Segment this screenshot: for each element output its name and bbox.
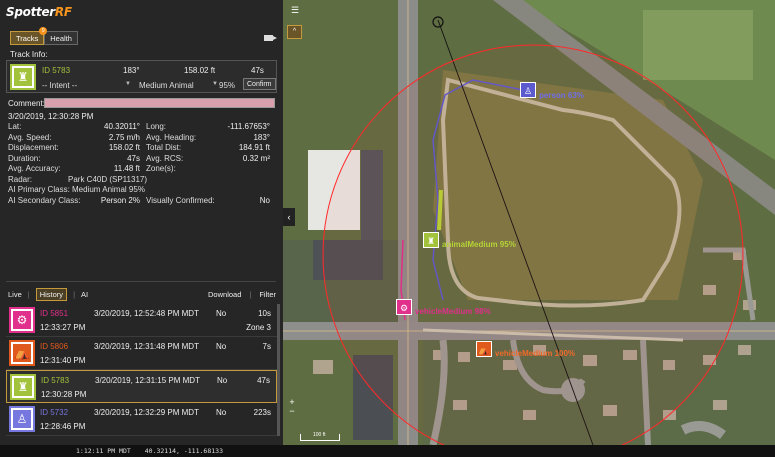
history-row[interactable]: ⛺ ID 5806 3/20/2019, 12:31:48 PM MDT No … bbox=[6, 337, 277, 370]
history-list: ⚙ ID 5851 3/20/2019, 12:52:48 PM MDT No … bbox=[6, 304, 277, 436]
ai-secondary-row: AI Secondary Class: Person 2% Visually Con… bbox=[8, 195, 270, 205]
detail-row: Avg. Speed: 2.75 m/h Avg. Heading: 183° bbox=[8, 132, 270, 142]
track-thumbnail: ♜ bbox=[10, 64, 36, 90]
animal-icon: ♜ bbox=[14, 68, 32, 86]
tab-history[interactable]: History bbox=[35, 288, 68, 301]
map-layer bbox=[283, 0, 775, 445]
track-timestamp: 3/20/2019, 12:30:28 PM bbox=[8, 112, 94, 121]
map-label-vehicle-1: vehicleMedium 98% bbox=[415, 307, 491, 316]
track-thumbnail: ⛺ bbox=[9, 340, 35, 366]
track-info-title: Track Info: bbox=[10, 50, 48, 59]
animal-icon: ♜ bbox=[14, 378, 32, 396]
status-time: 1:12:11 PM MDT bbox=[76, 447, 131, 455]
tab-ai[interactable]: AI bbox=[81, 290, 88, 299]
confirm-button[interactable]: Confirm bbox=[243, 78, 276, 90]
intent-select[interactable]: -- Intent -- bbox=[42, 81, 132, 90]
vehicle-icon: ⚙ bbox=[13, 311, 31, 329]
filter-button[interactable]: Filter bbox=[259, 290, 276, 299]
classification-select[interactable]: Medium Animal bbox=[139, 81, 217, 90]
track-distance: 158.02 ft bbox=[184, 66, 216, 75]
classification-confidence: 95% bbox=[219, 81, 236, 90]
up-button[interactable]: ^ bbox=[287, 25, 302, 39]
chevron-down-icon: ▼ bbox=[125, 81, 131, 87]
history-row[interactable]: ♙ ID 5732 3/20/2019, 12:32:29 PM MDT No … bbox=[6, 403, 277, 436]
current-track-card: ♜ ID 5783 183° 158.02 ft 47s -- Intent -… bbox=[6, 60, 277, 93]
vehicle-icon[interactable]: ⚙ bbox=[396, 299, 412, 315]
layers-icon[interactable]: ☰ bbox=[288, 5, 302, 19]
history-row-selected[interactable]: ♜ ID 5783 3/20/2019, 12:31:15 PM MDT No … bbox=[6, 370, 277, 403]
status-bar: 1:12:11 PM MDT 40.32114, -111.68133 bbox=[0, 445, 775, 457]
ai-primary-row: AI Primary Class: Medium Animal 95% bbox=[8, 185, 145, 194]
collapse-panel-button[interactable]: ‹ bbox=[283, 208, 295, 226]
status-coords: 40.32114, -111.68133 bbox=[144, 447, 223, 455]
detail-row: Avg. Accuracy: 11.48 ft Zone(s): bbox=[8, 164, 176, 173]
comment-label: Comment: bbox=[8, 99, 45, 108]
car-icon: ⛺ bbox=[13, 344, 31, 362]
zoom-out-button[interactable]: − bbox=[287, 407, 297, 416]
track-heading: 183° bbox=[123, 66, 140, 75]
download-button[interactable]: Download bbox=[208, 290, 241, 299]
detail-row: Lat: 40.32011° Long: -111.67653° bbox=[8, 122, 270, 131]
map-label-vehicle-2: vehicleMedium 100% bbox=[495, 349, 576, 358]
track-duration: 47s bbox=[251, 66, 264, 75]
map-label-animal: animalMedium 95% bbox=[442, 240, 516, 249]
tab-live[interactable]: Live bbox=[8, 290, 22, 299]
detail-row: Displacement: 158.02 ft Total Dist: 184.91 … bbox=[8, 143, 270, 152]
spotterrf-logo: SpotterRF bbox=[6, 5, 72, 19]
radar-value: Park C40D (SP11317) bbox=[68, 174, 147, 184]
track-thumbnail: ♜ bbox=[10, 374, 36, 400]
camera-icon[interactable] bbox=[264, 35, 277, 41]
person-icon: ♙ bbox=[13, 410, 31, 428]
person-icon[interactable]: ♙ bbox=[520, 82, 536, 98]
tab-health[interactable]: Health bbox=[44, 31, 78, 45]
divider bbox=[6, 281, 276, 282]
map-scale: 100 ft bbox=[300, 432, 340, 441]
panel-tabs: Tracks 9 Health bbox=[10, 27, 78, 45]
history-actions: Download | Filter bbox=[208, 290, 276, 299]
track-panel: SpotterRF Tracks 9 Health Track Info: ♜ I… bbox=[0, 0, 283, 445]
track-details: 3/20/2019, 12:30:28 PM Lat: 40.32011° Long… bbox=[8, 112, 271, 206]
track-thumbnail: ⚙ bbox=[9, 307, 35, 333]
detail-row: Duration: 47s Avg. RCS: 0.32 m² bbox=[8, 153, 270, 163]
history-row[interactable]: ⚙ ID 5851 3/20/2019, 12:52:48 PM MDT No … bbox=[6, 304, 277, 337]
satellite-map[interactable]: ♙ person 63% ♜ animalMedium 95% ⚙ vehicl… bbox=[283, 0, 775, 445]
tab-tracks[interactable]: Tracks 9 bbox=[10, 27, 48, 45]
animal-icon[interactable]: ♜ bbox=[423, 232, 439, 248]
zoom-controls: + − bbox=[287, 398, 297, 416]
track-thumbnail: ♙ bbox=[9, 406, 35, 432]
comment-input[interactable] bbox=[44, 98, 275, 108]
chevron-down-icon: ▼ bbox=[212, 81, 218, 87]
map-label-person: person 63% bbox=[539, 91, 584, 100]
empty-area bbox=[0, 225, 283, 282]
car-icon[interactable]: ⛺ bbox=[476, 341, 492, 357]
history-tabs: Live | History | AI bbox=[8, 288, 89, 301]
history-scrollbar[interactable] bbox=[277, 304, 280, 436]
track-id: ID 5783 bbox=[42, 66, 71, 75]
radar-row: Radar: Park C40D (SP11317) bbox=[8, 174, 147, 184]
